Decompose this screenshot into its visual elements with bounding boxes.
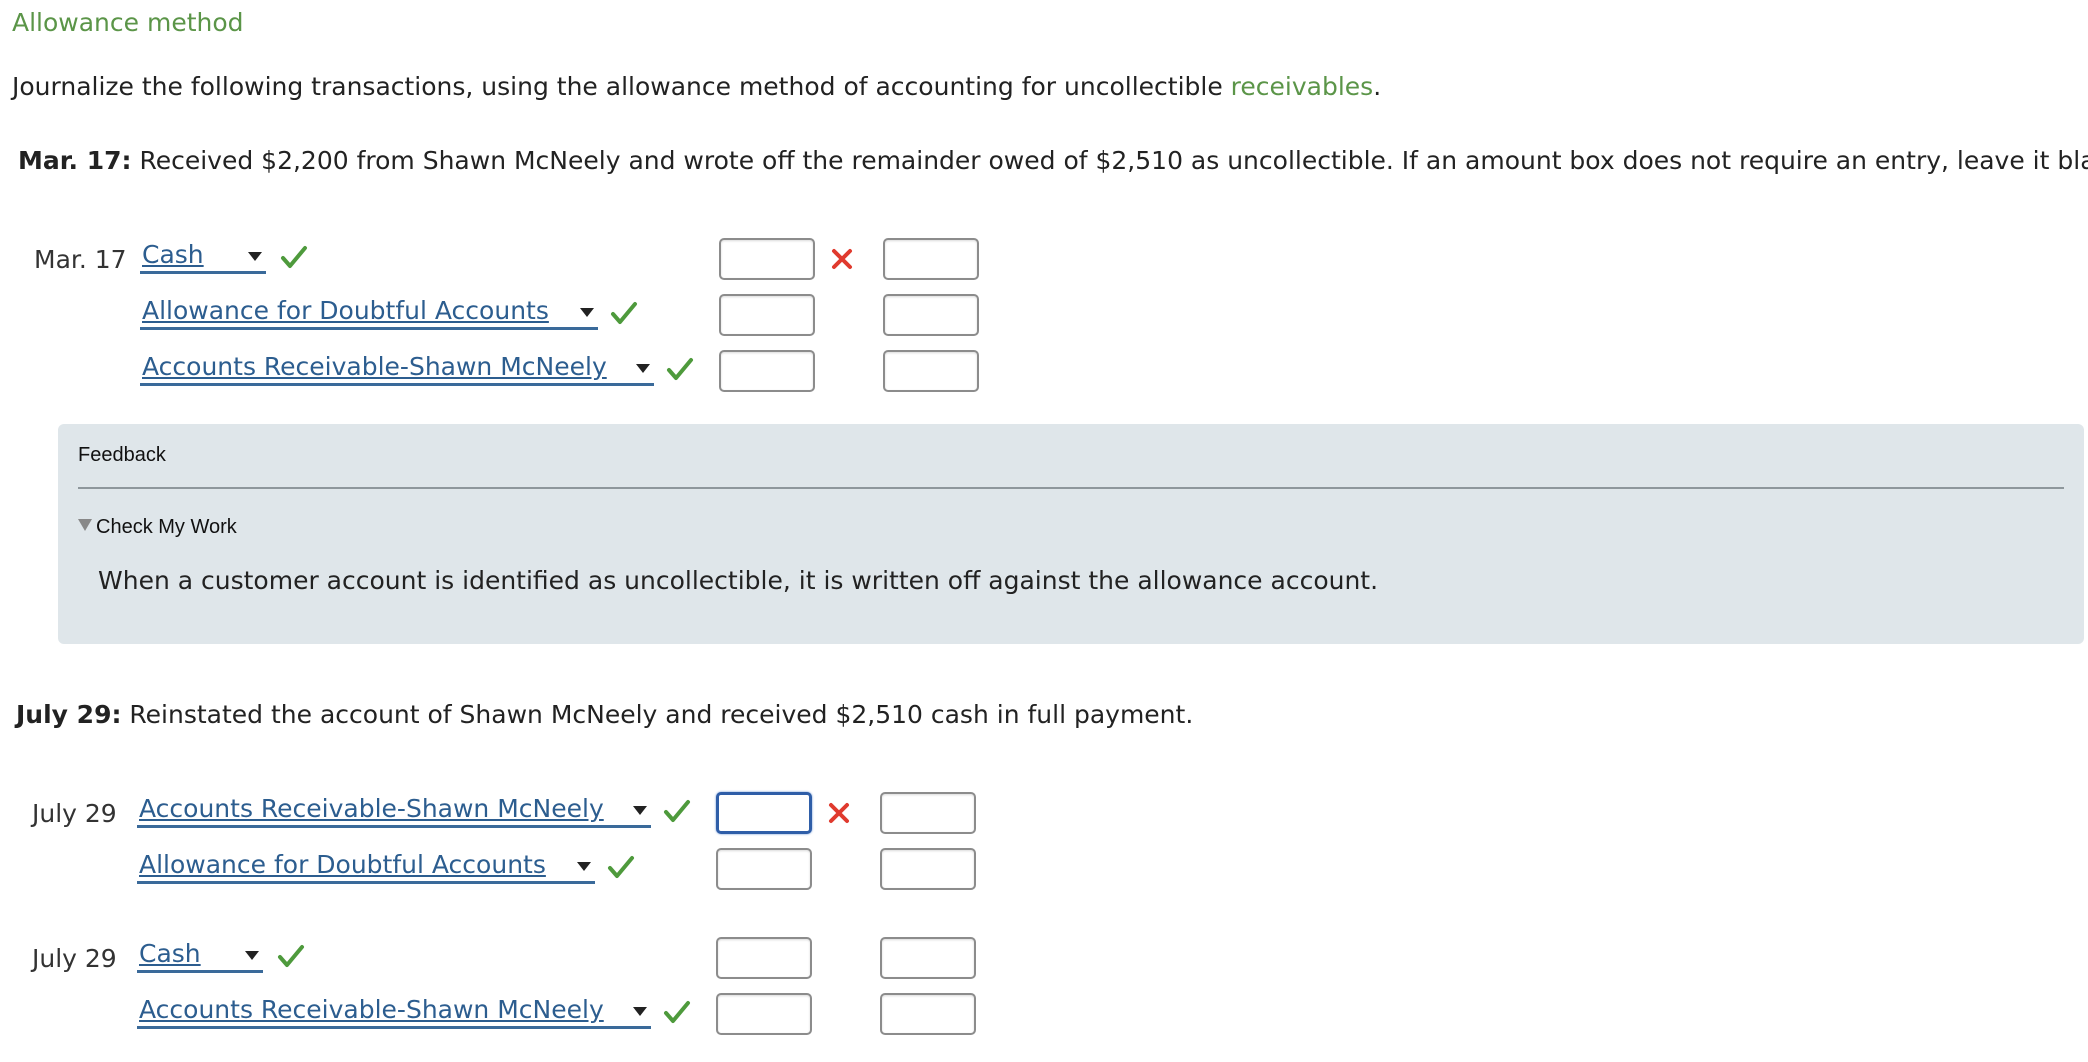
credit-amount-input[interactable] xyxy=(883,238,979,280)
credit-amount-input[interactable] xyxy=(883,294,979,336)
transaction-text: Reinstated the account of Shawn McNeely … xyxy=(129,700,1194,729)
account-select-value: Accounts Receivable-Shawn McNeely xyxy=(142,352,607,381)
debit-amount-input[interactable] xyxy=(716,792,812,834)
account-select-value: Accounts Receivable-Shawn McNeely xyxy=(139,995,604,1024)
dropdown-caret-icon xyxy=(577,862,591,871)
account-select-accounts-receivable[interactable]: Accounts Receivable-Shawn McNeely xyxy=(137,794,651,828)
account-select-allowance[interactable]: Allowance for Doubtful Accounts xyxy=(137,850,595,884)
debit-amount-input[interactable] xyxy=(719,238,815,280)
account-select-cash[interactable]: Cash xyxy=(137,939,263,973)
feedback-divider xyxy=(78,487,2064,489)
check-my-work-label: Check My Work xyxy=(96,516,237,538)
account-select-value: Allowance for Doubtful Accounts xyxy=(139,850,546,879)
incorrect-x-icon xyxy=(832,249,852,269)
dropdown-caret-icon xyxy=(633,1007,647,1016)
account-select-value: Cash xyxy=(142,240,204,269)
check-icon xyxy=(664,800,690,822)
check-icon xyxy=(278,945,304,967)
dropdown-caret-icon xyxy=(248,252,262,261)
entry-date: July 29 xyxy=(32,944,117,973)
dropdown-caret-icon xyxy=(245,951,259,960)
check-my-work-toggle[interactable]: Check My Work xyxy=(78,516,237,539)
transaction-prompt-july29: July 29: Reinstated the account of Shawn… xyxy=(16,700,1193,729)
instructions: Journalize the following transactions, u… xyxy=(12,72,1381,101)
account-select-allowance[interactable]: Allowance for Doubtful Accounts xyxy=(140,296,598,330)
credit-amount-input[interactable] xyxy=(880,937,976,979)
account-select-value: Cash xyxy=(139,939,201,968)
check-icon xyxy=(611,302,637,324)
credit-amount-input[interactable] xyxy=(880,792,976,834)
transaction-prompt-mar17: Mar. 17: Received $2,200 from Shawn McNe… xyxy=(18,146,2088,175)
section-title: Allowance method xyxy=(12,8,244,37)
debit-amount-input[interactable] xyxy=(716,937,812,979)
account-select-accounts-receivable[interactable]: Accounts Receivable-Shawn McNeely xyxy=(137,995,651,1029)
account-select-cash[interactable]: Cash xyxy=(140,240,266,274)
transaction-label: Mar. 17: xyxy=(18,146,132,175)
check-icon xyxy=(667,358,693,380)
incorrect-x-icon xyxy=(829,803,849,823)
account-select-accounts-receivable[interactable]: Accounts Receivable-Shawn McNeely xyxy=(140,352,654,386)
entry-date: Mar. 17 xyxy=(34,245,127,274)
dropdown-caret-icon xyxy=(580,308,594,317)
dropdown-caret-icon xyxy=(633,806,647,815)
instructions-period: . xyxy=(1373,72,1382,101)
receivables-link[interactable]: receivables xyxy=(1231,72,1374,101)
account-select-value: Accounts Receivable-Shawn McNeely xyxy=(139,794,604,823)
collapse-triangle-icon xyxy=(78,518,92,531)
entry-date: July 29 xyxy=(32,799,117,828)
credit-amount-input[interactable] xyxy=(883,350,979,392)
transaction-label: July 29: xyxy=(16,700,122,729)
credit-amount-input[interactable] xyxy=(880,848,976,890)
debit-amount-input[interactable] xyxy=(719,350,815,392)
feedback-message: When a customer account is identified as… xyxy=(98,566,1379,595)
check-icon xyxy=(281,246,307,268)
debit-amount-input[interactable] xyxy=(716,848,812,890)
feedback-panel: Feedback Check My Work When a customer a… xyxy=(58,424,2084,644)
dropdown-caret-icon xyxy=(636,364,650,373)
debit-amount-input[interactable] xyxy=(719,294,815,336)
debit-amount-input[interactable] xyxy=(716,993,812,1035)
account-select-value: Allowance for Doubtful Accounts xyxy=(142,296,549,325)
feedback-title: Feedback xyxy=(78,444,166,466)
instructions-text: Journalize the following transactions, u… xyxy=(12,72,1231,101)
check-icon xyxy=(664,1001,690,1023)
check-icon xyxy=(608,856,634,878)
credit-amount-input[interactable] xyxy=(880,993,976,1035)
transaction-text: Received $2,200 from Shawn McNeely and w… xyxy=(139,146,2088,175)
